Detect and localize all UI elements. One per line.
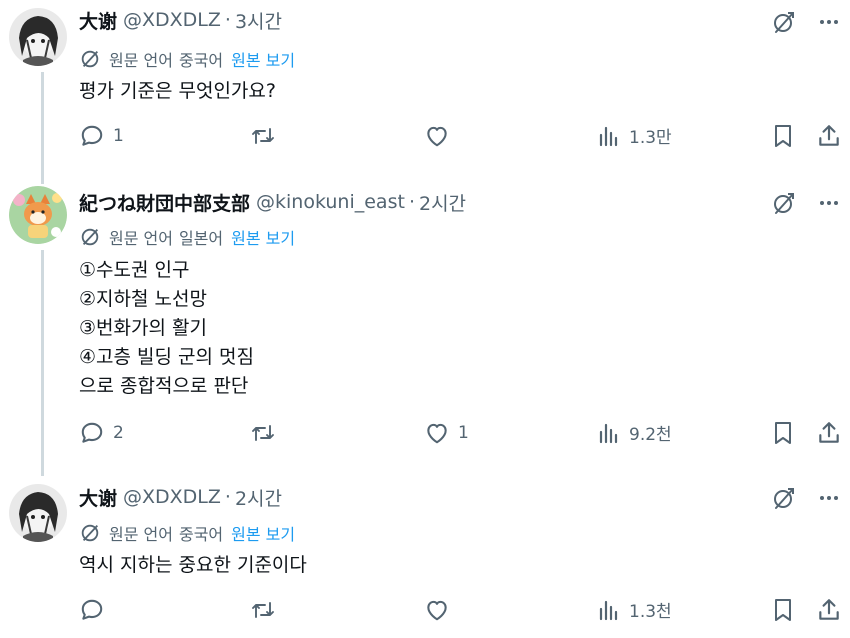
reply-count: 2	[113, 423, 124, 443]
bookmark-button[interactable]	[771, 597, 795, 623]
separator-dot: ·	[408, 191, 415, 213]
views-button[interactable]: 1.3천	[597, 597, 672, 622]
tweet-text: ①수도권 인구 ②지하철 노선망 ③번화가의 활기 ④고층 빌딩 군의 멋짐 으…	[79, 259, 254, 397]
reply-icon	[81, 599, 103, 620]
avatar[interactable]	[9, 484, 67, 542]
views-button[interactable]: 9.2천	[597, 420, 672, 445]
show-original-link[interactable]: 원본 보기	[231, 521, 295, 545]
source-language: 중국어	[178, 525, 224, 544]
retweet-icon	[252, 128, 274, 144]
user-handle[interactable]: @XDXDLZ	[123, 486, 221, 508]
like-icon	[427, 126, 447, 147]
reply-button[interactable]: 2	[79, 420, 124, 446]
like-button[interactable]	[424, 597, 458, 623]
grok-slash-icon[interactable]	[772, 486, 796, 510]
like-count: 1	[458, 423, 469, 443]
retweet-button[interactable]	[249, 123, 285, 149]
display-name[interactable]: 大谢	[79, 484, 117, 511]
user-handle[interactable]: @XDXDLZ	[123, 9, 221, 31]
tweet-header: 大谢 @XDXDLZ · 2시간	[79, 482, 282, 512]
action-bar: 2 1 9.2천	[79, 420, 850, 450]
like-button[interactable]	[424, 123, 458, 149]
show-original-link[interactable]: 원본 보기	[231, 47, 295, 71]
reply-count: 1	[113, 126, 124, 146]
tweet-top-icons	[772, 10, 840, 34]
like-icon	[427, 423, 447, 444]
reply-icon	[81, 422, 103, 443]
avatar[interactable]	[9, 8, 67, 66]
grok-slash-icon[interactable]	[772, 10, 796, 34]
translate-icon	[79, 522, 101, 544]
translate-icon	[79, 48, 101, 70]
translate-icon	[79, 226, 101, 248]
share-icon	[819, 125, 839, 146]
separator-dot: ·	[224, 9, 231, 31]
view-count: 1.3만	[629, 128, 672, 148]
tweet-text: 평가 기준은 무엇인가요?	[79, 80, 276, 102]
tweet-3[interactable]: 大谢 @XDXDLZ · 2시간 원문 언어 중국어 원본 보기 역시 지하는 …	[0, 476, 850, 638]
grok-slash-icon[interactable]	[772, 191, 796, 215]
translate-label: 원문 언어	[109, 525, 173, 544]
like-button[interactable]: 1	[424, 420, 469, 446]
user-handle[interactable]: @kinokuni_east	[256, 191, 405, 213]
more-icon[interactable]	[818, 487, 840, 509]
timestamp[interactable]: 3시간	[235, 7, 282, 34]
bookmark-button[interactable]	[771, 123, 795, 149]
show-original-link[interactable]: 원본 보기	[231, 225, 295, 249]
share-button[interactable]	[816, 597, 842, 623]
views-icon	[599, 126, 618, 146]
retweet-icon	[252, 425, 274, 441]
views-icon	[599, 423, 618, 443]
reply-thread: 大谢 @XDXDLZ · 3시간 원문 언어 중국어 원본 보기 평가 기준은 …	[0, 0, 850, 638]
avatar-column	[6, 182, 68, 476]
view-count: 9.2천	[629, 425, 672, 445]
share-button[interactable]	[816, 123, 842, 149]
thread-connector-line	[41, 72, 44, 184]
share-icon	[819, 599, 839, 620]
share-button[interactable]	[816, 420, 842, 446]
translation-row: 원문 언어 중국어 원본 보기	[79, 521, 295, 545]
translation-row: 원문 언어 일본어 원본 보기	[79, 225, 295, 249]
share-icon	[819, 422, 839, 443]
action-bar: 1.3천	[79, 597, 850, 627]
reply-icon	[81, 125, 103, 146]
tweet-1[interactable]: 大谢 @XDXDLZ · 3시간 원문 언어 중국어 원본 보기 평가 기준은 …	[0, 0, 850, 184]
avatar-column	[6, 476, 68, 638]
views-icon	[599, 600, 618, 620]
display-name[interactable]: 大谢	[79, 7, 117, 34]
like-icon	[427, 600, 447, 621]
display-name[interactable]: 紀つね財団中部支部	[79, 189, 250, 216]
reply-button[interactable]: 1	[79, 123, 124, 149]
views-button[interactable]: 1.3만	[597, 123, 672, 148]
timestamp[interactable]: 2시간	[235, 484, 282, 511]
action-bar: 1 1.3만	[79, 123, 850, 153]
tweet-header: 大谢 @XDXDLZ · 3시간	[79, 5, 282, 35]
reply-button[interactable]	[79, 597, 113, 623]
retweet-icon	[252, 602, 274, 618]
more-icon[interactable]	[818, 11, 840, 33]
timestamp[interactable]: 2시간	[419, 189, 466, 216]
tweet-2[interactable]: 紀つね財団中部支部 @kinokuni_east · 2시간 원문 언어 일본어	[0, 182, 850, 476]
bookmark-button[interactable]	[771, 420, 795, 446]
separator-dot: ·	[224, 486, 231, 508]
avatar-column	[6, 0, 68, 184]
tweet-top-icons	[772, 486, 840, 510]
view-count: 1.3천	[629, 602, 672, 622]
bookmark-icon	[775, 125, 791, 147]
tweet-text: 역시 지하는 중요한 기준이다	[79, 554, 307, 576]
translate-label: 원문 언어	[109, 51, 173, 70]
bookmark-icon	[775, 422, 791, 444]
translate-label: 원문 언어	[109, 229, 173, 248]
translation-row: 원문 언어 중국어 원본 보기	[79, 47, 295, 71]
tweet-top-icons	[772, 191, 840, 215]
source-language: 일본어	[178, 229, 224, 248]
avatar[interactable]	[9, 186, 67, 244]
retweet-button[interactable]	[249, 597, 285, 623]
tweet-header: 紀つね財団中部支部 @kinokuni_east · 2시간	[79, 187, 466, 217]
thread-connector-line	[41, 250, 44, 476]
retweet-button[interactable]	[249, 420, 285, 446]
bookmark-icon	[775, 599, 791, 621]
source-language: 중국어	[178, 51, 224, 70]
more-icon[interactable]	[818, 192, 840, 214]
